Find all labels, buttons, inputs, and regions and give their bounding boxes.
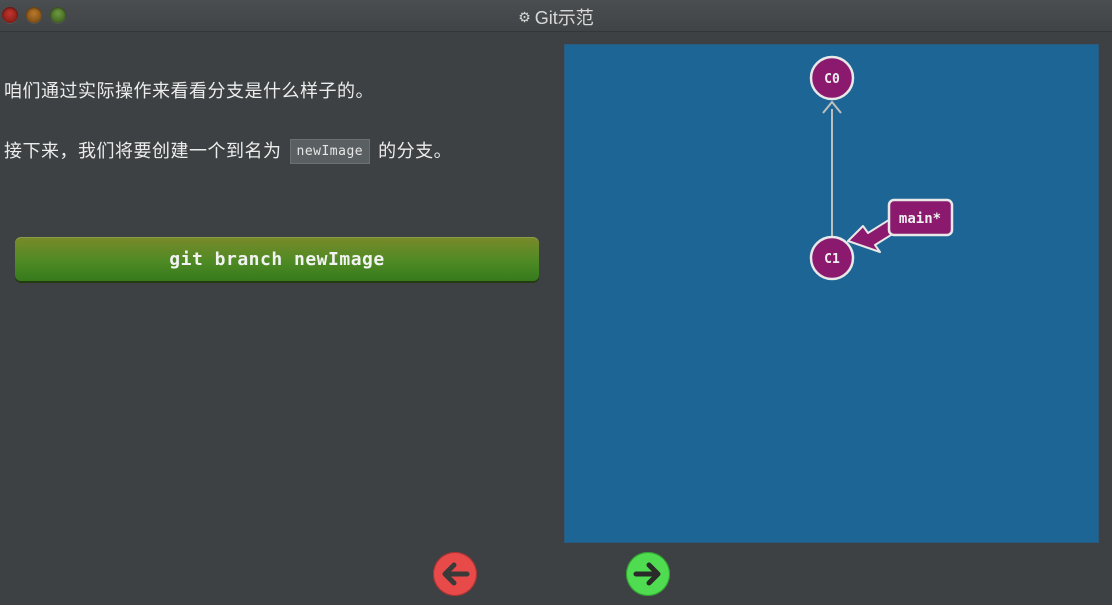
git-command-text: git branch newImage <box>169 248 385 270</box>
arrow-right-icon <box>633 562 661 586</box>
explanation-line-2-start: 接下来，我们将要创建一个到名为 <box>4 141 282 162</box>
git-command-button[interactable]: git branch newImage <box>15 237 539 281</box>
branch-label-text: main* <box>899 211 941 227</box>
branch-label-main[interactable]: main* <box>887 198 954 237</box>
commit-c0-label: C0 <box>824 72 840 87</box>
git-graph-canvas: main* C0 C1 <box>564 44 1099 543</box>
explanation-line-2-end: 的分支。 <box>378 141 453 162</box>
next-step-button[interactable] <box>626 552 670 596</box>
explanation-line-2: 接下来，我们将要创建一个到名为 newImage 的分支。 <box>4 137 452 164</box>
explanation-line-1: 咱们通过实际操作来看看分支是什么样子的。 <box>4 81 374 102</box>
window-title: ⚙ Git示范 <box>0 4 1112 30</box>
commit-c0[interactable]: C0 <box>809 55 855 101</box>
commit-c1-label: C1 <box>824 252 840 267</box>
branch-name-code: newImage <box>289 139 371 164</box>
window-titlebar: ⚙ Git示范 <box>0 0 1112 32</box>
commit-edge <box>822 100 842 237</box>
previous-step-button[interactable] <box>433 552 477 596</box>
arrow-left-icon <box>442 562 470 586</box>
gear-icon: ⚙ <box>518 9 531 25</box>
commit-c1[interactable]: C1 <box>809 235 855 281</box>
window-title-text: Git示范 <box>534 8 594 28</box>
